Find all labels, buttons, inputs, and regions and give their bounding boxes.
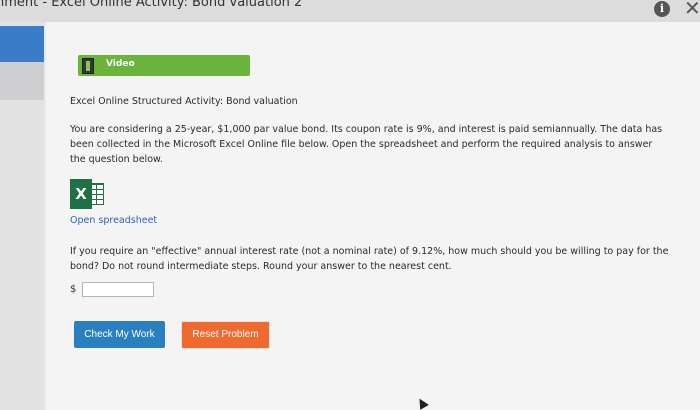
sidebar	[0, 22, 44, 410]
question-text: If you require an "effective" annual int…	[70, 246, 669, 272]
currency-symbol: $	[70, 284, 77, 295]
sidebar-item[interactable]	[0, 62, 44, 100]
reset-problem-button[interactable]: Reset Problem	[181, 321, 270, 349]
check-my-work-button[interactable]: Check My Work	[74, 321, 165, 348]
answer-input[interactable]	[82, 282, 154, 297]
film-icon	[82, 58, 94, 74]
window-title-bar: nment - Excel Online Activity: Bond valu…	[0, 0, 700, 22]
excel-x-letter: X	[70, 179, 92, 209]
activity-description: You are considering a 25-year, $1,000 pa…	[70, 124, 663, 165]
open-spreadsheet-link[interactable]: Open spreadsheet	[70, 215, 157, 226]
excel-icon[interactable]: X	[70, 179, 104, 209]
info-icon[interactable]: i	[654, 1, 670, 17]
video-button[interactable]: Video	[78, 55, 250, 76]
close-icon[interactable]: ✕	[684, 0, 700, 18]
video-label: Video	[106, 59, 135, 69]
activity-heading: Excel Online Structured Activity: Bond v…	[70, 96, 298, 107]
sidebar-item-active[interactable]	[0, 26, 44, 62]
window-title: nment - Excel Online Activity: Bond valu…	[0, 0, 303, 10]
